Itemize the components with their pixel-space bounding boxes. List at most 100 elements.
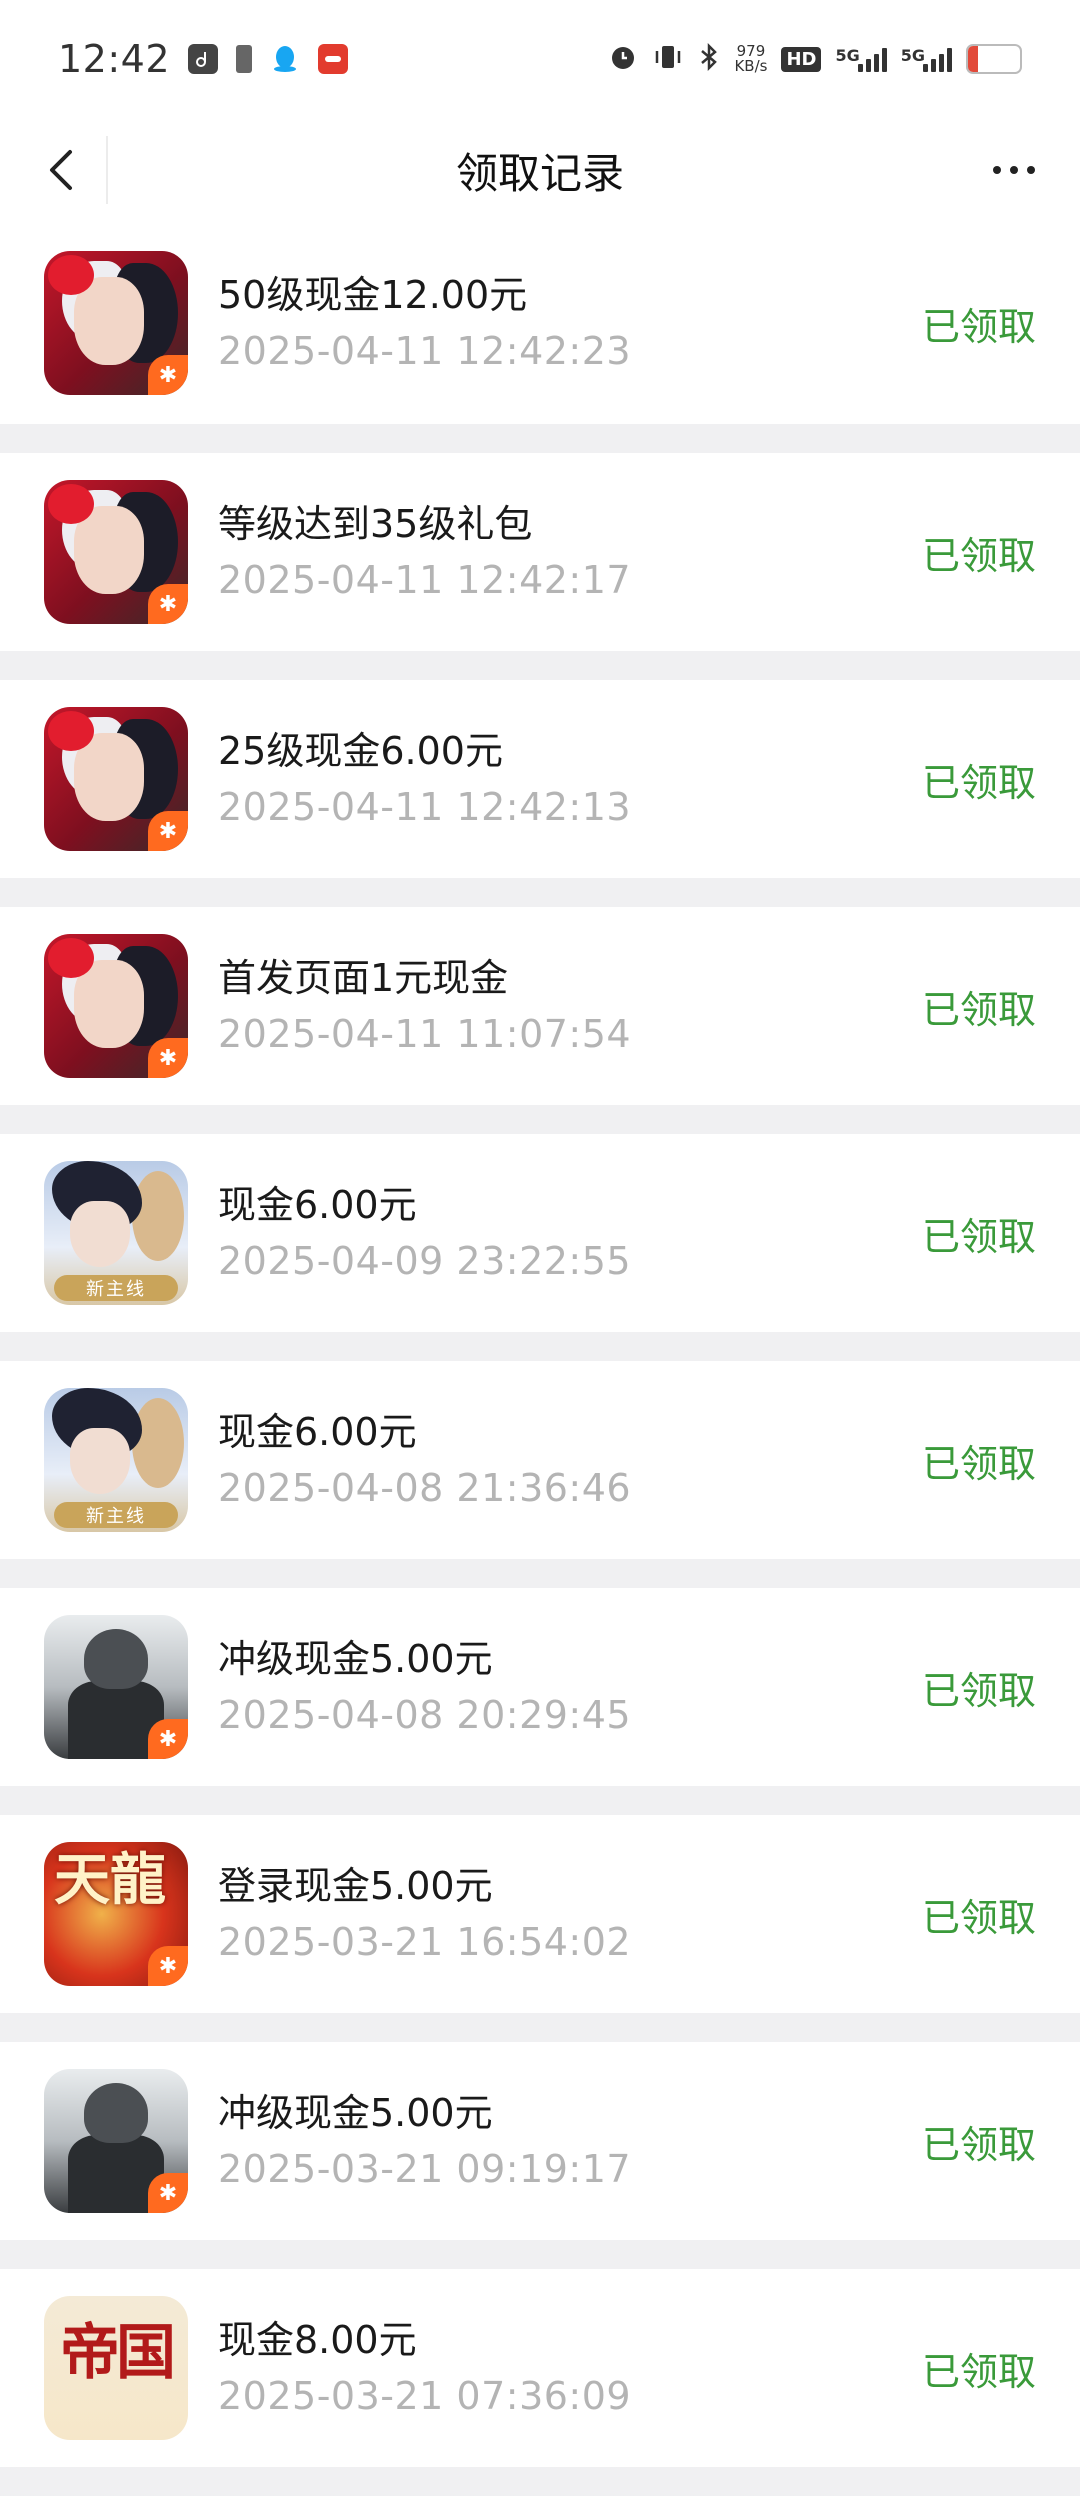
hd-badge: HD <box>781 46 822 72</box>
record-text: 登录现金5.00元 2025-03-21 16:54:02 <box>218 1863 922 1965</box>
battery-level: 14 <box>980 47 1008 71</box>
more-options-button[interactable] <box>978 138 1050 202</box>
claimed-status: 已领取 <box>921 1668 1036 1713</box>
record-row[interactable]: ✱ 25级现金6.00元 2025-04-11 12:42:13 已领取 <box>0 680 1080 878</box>
record-time: 2025-03-21 16:54:02 <box>218 1920 632 1964</box>
icon-text: 帝国 <box>60 2318 176 2388</box>
bluetooth-icon <box>698 42 720 76</box>
network-speed: 979 KB/s <box>734 44 767 74</box>
claimed-status: 已领取 <box>921 1441 1036 1486</box>
game-app-icon: ✱ <box>44 1615 188 1759</box>
record-time: 2025-04-08 20:29:45 <box>218 1693 632 1737</box>
claimed-status: 已领取 <box>921 2349 1036 2394</box>
record-title: 首发页面1元现金 <box>218 956 509 1000</box>
record-list: ✱ 50级现金12.00元 2025-04-11 12:42:23 已领取 ✱ … <box>0 222 1080 2496</box>
signal-bars-icon <box>923 46 952 72</box>
record-time: 2025-03-21 07:36:09 <box>218 2374 632 2418</box>
record-time: 2025-04-11 12:42:23 <box>218 329 632 373</box>
signal-sim1: 5G <box>835 46 887 72</box>
claimed-status: 已领取 <box>921 760 1036 805</box>
page-title: 领取记录 <box>455 148 624 198</box>
record-text: 现金8.00元 2025-03-21 07:36:09 <box>218 2317 922 2419</box>
back-button[interactable] <box>30 138 94 202</box>
tiktok-icon <box>188 44 219 74</box>
record-row[interactable]: ✱ 50级现金12.00元 2025-04-11 12:42:23 已领取 <box>0 222 1080 424</box>
game-app-icon: 天龍 ✱ <box>44 1842 188 1986</box>
record-title: 冲级现金5.00元 <box>218 2091 493 2135</box>
record-time: 2025-04-08 21:36:46 <box>218 1466 632 1510</box>
claimed-status: 已领取 <box>921 304 1036 349</box>
record-row[interactable]: ✱ 冲级现金5.00元 2025-04-08 20:29:45 已领取 <box>0 1588 1080 1786</box>
status-time: 12:42 <box>58 37 171 81</box>
icon-banner: 新主线 <box>54 1502 178 1528</box>
record-row[interactable]: ✱ 首发页面1元现金 2025-04-11 11:07:54 已领取 <box>0 907 1080 1105</box>
record-time: 2025-04-11 11:07:54 <box>218 1012 632 1056</box>
badge-icon: ✱ <box>148 355 188 395</box>
status-left: 12:42 <box>58 37 349 81</box>
game-app-icon: ✱ <box>44 934 188 1078</box>
icon-banner: 新主线 <box>54 1275 178 1301</box>
game-app-icon: 新主线 <box>44 1388 188 1532</box>
record-text: 冲级现金5.00元 2025-04-08 20:29:45 <box>218 1636 922 1738</box>
record-row[interactable]: 天龍 ✱ 登录现金5.00元 2025-03-21 16:54:02 已领取 <box>0 1815 1080 2013</box>
game-app-icon: ✱ <box>44 2069 188 2213</box>
record-title: 现金6.00元 <box>218 1183 417 1227</box>
record-title: 等级达到35级礼包 <box>218 502 533 546</box>
record-row[interactable]: 新主线 现金6.00元 2025-04-08 21:36:46 已领取 <box>0 1361 1080 1559</box>
game-app-icon: 帝国 <box>44 2296 188 2440</box>
record-title: 冲级现金5.00元 <box>218 1637 493 1681</box>
badge-icon: ✱ <box>148 1719 188 1759</box>
nav-divider <box>106 136 108 204</box>
record-text: 50级现金12.00元 2025-04-11 12:42:23 <box>218 272 922 374</box>
navigation-bar: 领取记录 <box>0 118 1080 222</box>
status-right: 979 KB/s HD 5G 5G 14 <box>608 42 1022 76</box>
network-speed-unit: KB/s <box>734 57 768 75</box>
status-bar: 12:42 979 KB/s HD 5G 5G 14 <box>0 0 1080 118</box>
network-type-sim1: 5G <box>835 46 860 65</box>
record-time: 2025-03-21 09:19:17 <box>218 2147 632 2191</box>
record-time: 2025-04-09 23:22:55 <box>218 1239 632 1283</box>
qq-icon <box>270 44 300 74</box>
chevron-left-icon <box>50 150 72 190</box>
record-time: 2025-04-11 12:42:17 <box>218 558 632 602</box>
record-row[interactable]: ✱ 等级达到35级礼包 2025-04-11 12:42:17 已领取 <box>0 453 1080 651</box>
record-time: 2025-04-11 12:42:13 <box>218 785 632 829</box>
game-app-icon: ✱ <box>44 480 188 624</box>
game-app-icon: 新主线 <box>44 1161 188 1305</box>
signal-bars-icon <box>857 46 887 72</box>
record-row[interactable]: 新主线 现金6.00元 2025-04-09 23:22:55 已领取 <box>0 1134 1080 1332</box>
battery-fill <box>968 46 979 72</box>
claimed-status: 已领取 <box>921 1214 1036 1259</box>
record-text: 25级现金6.00元 2025-04-11 12:42:13 <box>218 728 922 830</box>
storage-icon <box>236 45 253 73</box>
badge-icon: ✱ <box>148 1946 188 1986</box>
badge-icon: ✱ <box>148 1038 188 1078</box>
alarm-icon <box>608 42 638 76</box>
record-text: 等级达到35级礼包 2025-04-11 12:42:17 <box>218 501 922 603</box>
record-text: 首发页面1元现金 2025-04-11 11:07:54 <box>218 955 922 1057</box>
record-title: 50级现金12.00元 <box>218 273 528 317</box>
game-app-icon: ✱ <box>44 251 188 395</box>
record-title: 登录现金5.00元 <box>218 1864 493 1908</box>
badge-icon: ✱ <box>148 811 188 851</box>
badge-icon: ✱ <box>148 2173 188 2213</box>
more-dot <box>993 166 1001 174</box>
signal-sim2: 5G <box>901 46 952 72</box>
record-text: 现金6.00元 2025-04-08 21:36:46 <box>218 1409 922 1511</box>
more-dot <box>1027 166 1035 174</box>
claimed-status: 已领取 <box>921 533 1036 578</box>
game-app-icon: ✱ <box>44 707 188 851</box>
app-notification-icon <box>318 44 349 74</box>
record-row[interactable]: 帝国 现金8.00元 2025-03-21 07:36:09 已领取 <box>0 2269 1080 2467</box>
claimed-status: 已领取 <box>921 2122 1036 2167</box>
battery-icon: 14 <box>966 44 1022 74</box>
claimed-status: 已领取 <box>921 987 1036 1032</box>
vibrate-icon <box>652 42 684 76</box>
record-row[interactable]: ✱ 冲级现金5.00元 2025-03-21 09:19:17 已领取 <box>0 2042 1080 2240</box>
claimed-status: 已领取 <box>921 1895 1036 1940</box>
record-title: 现金8.00元 <box>218 2318 417 2362</box>
record-title: 25级现金6.00元 <box>218 729 503 773</box>
record-title: 现金6.00元 <box>218 1410 417 1454</box>
record-text: 现金6.00元 2025-04-09 23:22:55 <box>218 1182 922 1284</box>
record-text: 冲级现金5.00元 2025-03-21 09:19:17 <box>218 2090 922 2192</box>
